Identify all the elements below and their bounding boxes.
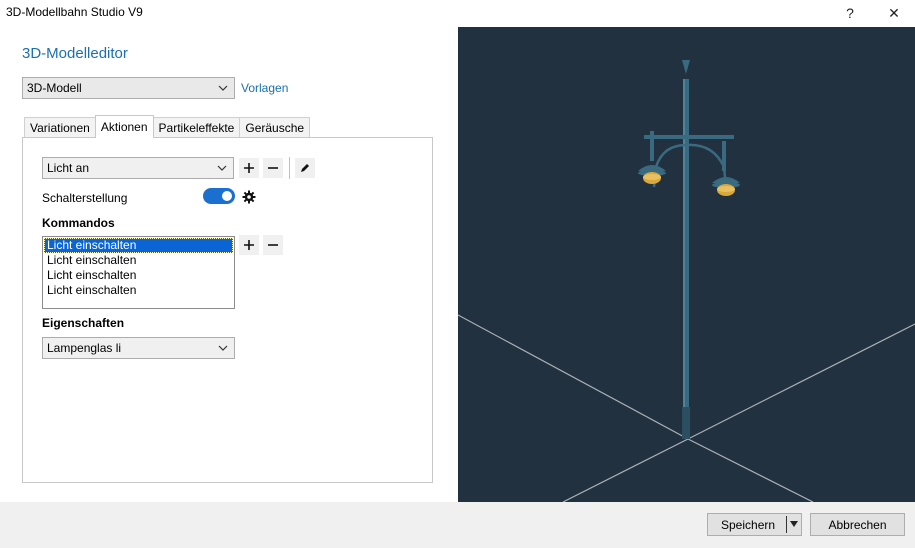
chevron-down-icon [218,345,228,351]
switch-settings-button[interactable] [239,187,259,207]
switch-label: Schalterstellung [42,191,128,205]
minus-icon [268,244,278,246]
minus-icon [268,167,278,169]
tab-variationen[interactable]: Variationen [24,117,96,138]
model-type-select[interactable]: 3D-Modell [22,77,235,99]
window-title: 3D-Modellbahn Studio V9 [6,5,143,19]
grid-line [687,323,915,440]
tab-partikeleffekte[interactable]: Partikeleffekte [152,117,241,138]
commands-list[interactable]: Licht einschalten Licht einschalten Lich… [42,236,235,309]
add-command-button[interactable] [239,235,259,255]
split-divider [786,516,787,533]
commands-heading: Kommandos [42,216,115,230]
editor-pane: 3D-Modelleditor 3D-Modell Vorlagen Varia… [0,26,458,502]
property-select-value: Lampenglas li [47,341,122,355]
add-action-button[interactable] [239,158,259,178]
title-bar: 3D-Modellbahn Studio V9 ? ✕ [0,0,915,26]
save-button-label: Speichern [721,517,776,532]
switch-toggle[interactable] [203,188,235,204]
tab-strip: Variationen Aktionen Partikeleffekte Ger… [24,115,311,138]
save-button[interactable]: Speichern [707,513,802,536]
remove-action-button[interactable] [263,158,283,178]
page-title: 3D-Modelleditor [22,45,128,62]
close-button[interactable]: ✕ [872,0,915,26]
grid-line [458,314,689,440]
remove-command-button[interactable] [263,235,283,255]
grid-line [687,438,814,502]
properties-heading: Eigenschaften [42,316,125,330]
cancel-button[interactable]: Abbrechen [810,513,905,536]
toggle-knob [222,191,232,201]
plus-icon [244,163,254,173]
pencil-icon [301,164,309,172]
chevron-down-icon [218,85,228,91]
scene-canvas [458,60,915,502]
action-select[interactable]: Licht an [42,157,234,179]
dialog-footer: Speichern Abbrechen [0,502,915,548]
plus-icon [244,240,254,250]
chevron-down-icon [217,165,227,171]
templates-link[interactable]: Vorlagen [241,81,288,95]
property-select[interactable]: Lampenglas li [42,337,235,359]
tab-aktionen[interactable]: Aktionen [94,115,154,138]
model-type-value: 3D-Modell [27,81,82,95]
toolbar-separator [289,157,290,179]
tab-geraeusche[interactable]: Geräusche [239,117,311,138]
grid-line [562,438,689,502]
street-lamp-model [638,60,740,439]
action-select-value: Licht an [47,161,90,175]
list-item[interactable]: Licht einschalten [44,253,233,268]
help-button[interactable]: ? [828,0,872,26]
list-item[interactable]: Licht einschalten [44,283,233,298]
dropdown-arrow-icon[interactable] [790,521,798,527]
rename-action-button[interactable] [295,158,315,178]
list-item[interactable]: Licht einschalten [44,238,233,253]
gear-icon [242,190,256,204]
3d-viewport[interactable] [458,27,915,502]
list-item[interactable]: Licht einschalten [44,268,233,283]
